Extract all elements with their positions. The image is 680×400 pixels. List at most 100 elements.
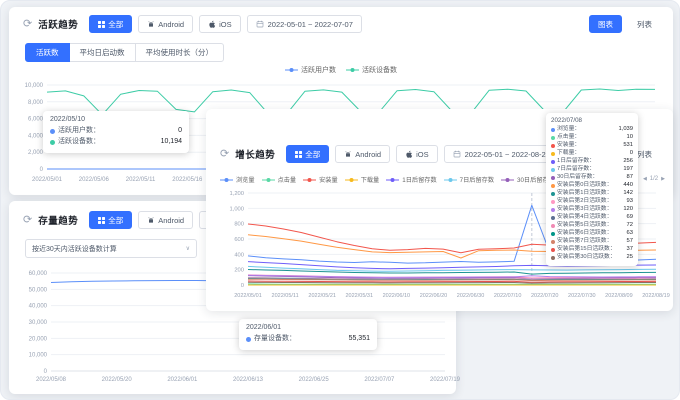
platform-all-button[interactable]: 全部: [89, 15, 132, 33]
calendar-icon: [256, 20, 264, 28]
legend-marker-icon: [262, 177, 275, 183]
tooltip-row: 安装后第3日活跃数：120: [551, 206, 633, 214]
y-axis-tick-label: 10,000: [29, 353, 48, 359]
legend-marker-icon: [220, 177, 233, 183]
x-axis-tick-label: 2022/07/07: [364, 377, 395, 383]
legend-item[interactable]: 浏览量: [220, 175, 255, 184]
x-axis-tick-label: 2022/06/01: [167, 377, 198, 383]
y-axis-tick-label: 800: [234, 222, 244, 228]
series-dot-icon: [551, 136, 555, 140]
tooltip-row: 安装后第0日活跃数：440: [551, 182, 633, 190]
view-list-button[interactable]: 列表: [628, 15, 661, 33]
platform-android-button[interactable]: Android: [138, 211, 193, 229]
x-axis-tick-label: 2022/06/30: [457, 293, 485, 299]
tooltip-row: 活跃设备数：10,194: [50, 137, 182, 148]
y-axis-tick-label: 6,000: [28, 117, 44, 123]
tab-2[interactable]: 平均使用时长（分）: [135, 43, 225, 62]
platform-all-button[interactable]: 全部: [89, 211, 132, 229]
legend-item[interactable]: 活跃设备数: [346, 65, 397, 75]
series-line-安装后第30日活跃数: [248, 282, 656, 283]
x-axis-tick-label: 2022/07/10: [494, 293, 522, 299]
x-axis-tick-label: 2022/07/30: [568, 293, 596, 299]
tooltip-row: 活跃用户数：0: [50, 126, 182, 137]
legend-item[interactable]: 下载量: [345, 175, 380, 184]
legend-item[interactable]: 活跃用户数: [285, 65, 336, 75]
legend-marker-icon: [386, 177, 399, 183]
tab-1[interactable]: 平均日启动数: [69, 43, 136, 62]
tooltip-row: 安装后第6日活跃数：63: [551, 230, 633, 238]
y-axis-tick-label: 0: [40, 167, 44, 173]
series-dot-icon: [50, 129, 55, 134]
tooltip-row: 安装后第7日活跃数：57: [551, 238, 633, 246]
y-axis-tick-label: 600: [234, 237, 244, 243]
tooltip-row: 安装后第2日活跃数：93: [551, 198, 633, 206]
tooltip-date: 2022/07/08: [551, 117, 633, 124]
series-line-安装后第15日活跃数: [248, 281, 656, 282]
series-dot-icon: [551, 240, 555, 244]
android-icon: [147, 216, 155, 224]
apple-icon: [208, 20, 216, 29]
y-axis-tick-label: 40,000: [29, 304, 48, 310]
x-axis-tick-label: 2022/05/16: [172, 177, 203, 183]
platform-android-button[interactable]: Android: [138, 15, 193, 33]
chevron-down-icon: ∨: [186, 245, 190, 252]
x-axis-tick-label: 2022/06/13: [233, 377, 264, 383]
legend-item[interactable]: 点击量: [262, 175, 297, 184]
legend-item[interactable]: 安装量: [303, 175, 338, 184]
tooltip-row: 安装后第30日活跃数：25: [551, 254, 633, 262]
series-dot-icon: [551, 192, 555, 196]
growth-trend-card: ⟳ 增长趋势 全部 Android iOS 2022-05-01 ~ 2022-…: [206, 109, 673, 311]
tooltip-row: 安装后第15日活跃数：37: [551, 246, 633, 254]
platform-ios-button[interactable]: iOS: [199, 15, 241, 33]
apple-icon: [405, 150, 413, 159]
series-dot-icon: [551, 176, 555, 180]
x-axis-tick-label: 2022/08/19: [642, 293, 670, 299]
y-axis-tick-label: 200: [234, 268, 244, 274]
x-axis-tick-label: 2022/05/06: [79, 177, 110, 183]
metric-tabs: 活跃数平均日启动数平均使用时长（分）: [25, 43, 224, 62]
x-axis-tick-label: 2022/07/20: [531, 293, 559, 299]
x-axis-tick-label: 2022/05/01: [234, 293, 262, 299]
legend-prev-icon[interactable]: ◀: [643, 176, 647, 182]
refresh-icon[interactable]: ⟳: [23, 215, 32, 226]
analytics-dashboard: ⟳ 活跃趋势 全部 Android iOS 2022-05-01 ~ 2022-…: [0, 0, 680, 400]
calendar-icon: [453, 150, 461, 158]
chart-tooltip: 2022/07/08浏览量：1,039点击量：10安装量：531下载量：01日后…: [546, 113, 638, 266]
x-axis-tick-label: 2022/05/31: [346, 293, 374, 299]
legend-marker-icon: [345, 177, 358, 183]
y-axis-tick-label: 60,000: [29, 271, 48, 277]
tooltip-row: 点击量：10: [551, 134, 633, 142]
platform-all-button[interactable]: 全部: [286, 145, 329, 163]
refresh-icon[interactable]: ⟳: [23, 19, 32, 30]
legend-pagination: ◀ 1/2 ▶: [643, 176, 665, 182]
legend-item[interactable]: 7日后留存数: [444, 175, 494, 184]
series-dot-icon: [551, 232, 555, 236]
platform-android-button[interactable]: Android: [335, 145, 390, 163]
tooltip-row: 下载量：0: [551, 150, 633, 158]
series-dot-icon: [551, 248, 555, 252]
series-dot-icon: [551, 168, 555, 172]
series-dot-icon: [551, 160, 555, 164]
tooltip-row: 7日后留存数：197: [551, 166, 633, 174]
x-axis-tick-label: 2022/05/20: [102, 377, 133, 383]
series-dot-icon: [551, 144, 555, 148]
android-icon: [147, 20, 155, 28]
series-dot-icon: [551, 208, 555, 212]
legend-next-icon[interactable]: ▶: [661, 176, 665, 182]
x-axis-tick-label: 2022/06/20: [420, 293, 448, 299]
series-dot-icon: [551, 200, 555, 204]
tab-0[interactable]: 活跃数: [25, 43, 70, 62]
legend-item[interactable]: 1日后留存数: [386, 175, 436, 184]
refresh-icon[interactable]: ⟳: [220, 149, 229, 160]
view-chart-button[interactable]: 图表: [589, 15, 622, 33]
metric-select[interactable]: 按近30天内活跃设备数计算 ∨: [25, 239, 197, 258]
date-range-picker[interactable]: 2022-05-01 ~ 2022-08-21: [444, 145, 559, 163]
series-dot-icon: [551, 216, 555, 220]
card-title: 存量趋势: [38, 213, 78, 227]
series-dot-icon: [551, 224, 555, 228]
legend-marker-icon: [303, 177, 316, 183]
date-range-picker[interactable]: 2022-05-01 ~ 2022-07-07: [247, 15, 362, 33]
y-axis-tick-label: 8,000: [28, 100, 44, 106]
platform-ios-button[interactable]: iOS: [396, 145, 438, 163]
tooltip-row: 存量设备数：55,351: [246, 334, 370, 345]
